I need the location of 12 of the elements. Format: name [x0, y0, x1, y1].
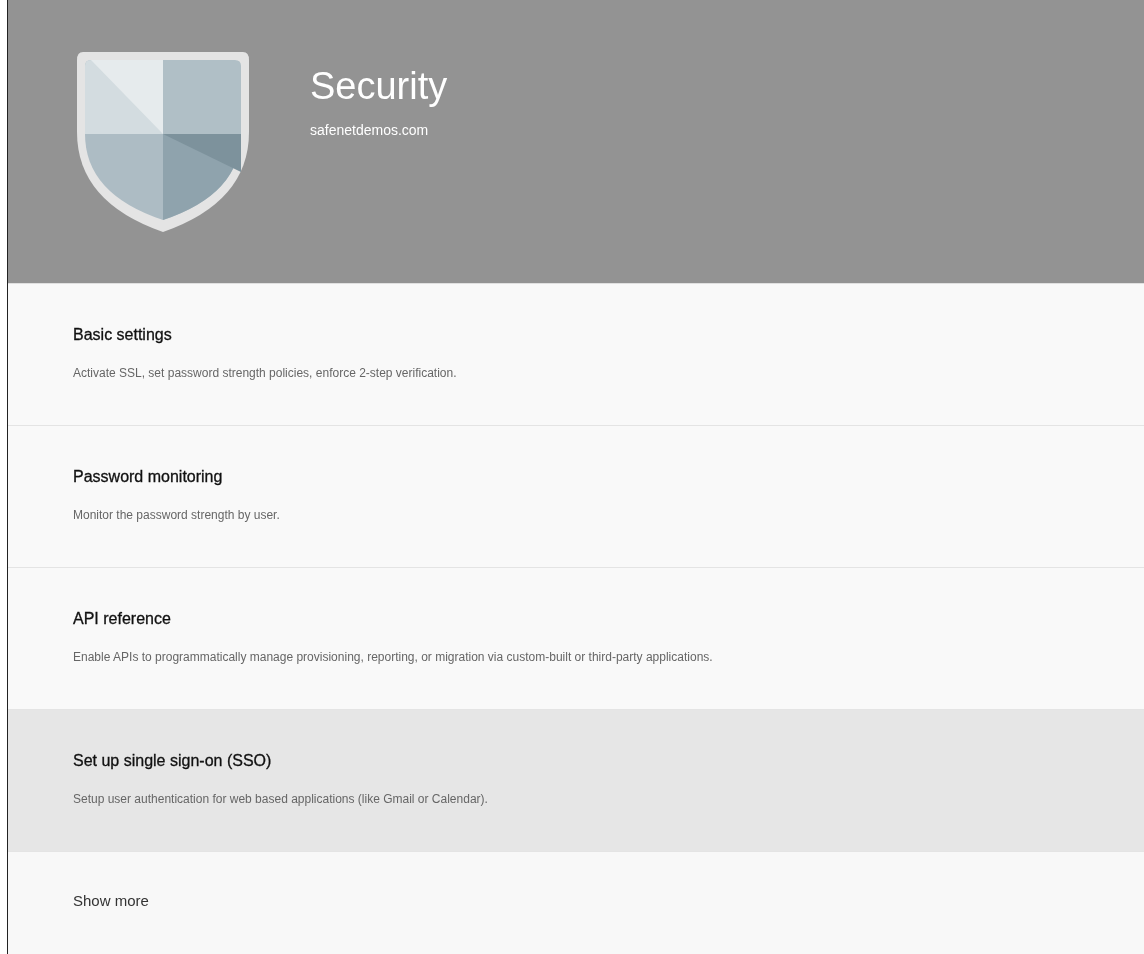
setting-title: Basic settings [73, 326, 172, 344]
setting-description: Monitor the password strength by user. [73, 508, 280, 522]
settings-item[interactable]: Set up single sign-on (SSO) Setup user authentication for web based applications (like Gmail or Calendar). [8, 710, 1144, 852]
setting-description: Enable APIs to programmatically manage provisioning, reporting, or migration via custom-built or third-party applications. [73, 650, 713, 664]
setting-description: Activate SSL, set password strength policies, enforce 2-step verification. [73, 366, 457, 380]
domain-name: safenetdemos.com [310, 122, 429, 138]
setting-description: Setup user authentication for web based applications (like Gmail or Calendar). [73, 792, 488, 806]
setting-title: API reference [73, 610, 171, 628]
show-more-link[interactable]: Show more [73, 892, 149, 909]
setting-title: Set up single sign-on (SSO) [73, 752, 272, 770]
page-title: Security [310, 64, 448, 108]
setting-title: Password monitoring [73, 468, 223, 486]
